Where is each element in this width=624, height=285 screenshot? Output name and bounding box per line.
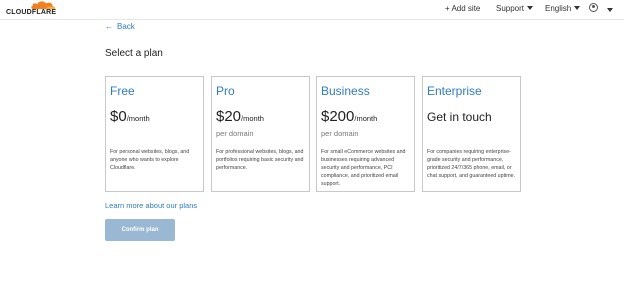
confirm-plan-button[interactable]: Confirm plan xyxy=(105,219,175,241)
chevron-down-icon xyxy=(574,6,581,10)
page-title: Select a plan xyxy=(105,48,163,59)
plan-price: $200/month xyxy=(321,108,377,125)
price-period: /month xyxy=(241,114,264,123)
language-menu[interactable]: English xyxy=(545,4,581,13)
back-link[interactable]: ← Back xyxy=(105,22,135,31)
support-label: Support xyxy=(496,4,525,13)
plan-card-pro[interactable]: Pro $20/month per domain For professiona… xyxy=(211,76,310,192)
plan-name: Free xyxy=(110,84,135,98)
plan-price: Get in touch xyxy=(427,110,492,124)
plan-price-unit: per domain xyxy=(321,129,359,138)
plan-price: $20/month xyxy=(216,108,264,125)
plan-card-business[interactable]: Business $200/month per domain For small… xyxy=(316,76,415,192)
plan-description: For professional websites, blogs, and po… xyxy=(216,149,304,171)
price-period: /month xyxy=(126,114,150,123)
price-period: /month xyxy=(354,114,378,123)
user-account-icon[interactable] xyxy=(589,3,598,12)
price-amount: $200 xyxy=(321,108,355,125)
chevron-down-icon[interactable] xyxy=(607,8,613,12)
price-amount: $20 xyxy=(216,108,242,125)
plan-price-unit: per domain xyxy=(216,129,254,138)
plan-name: Business xyxy=(321,84,370,98)
arrow-left-icon: ← xyxy=(105,22,113,31)
plan-price: $0/month xyxy=(110,108,150,125)
plan-card-free[interactable]: Free $0/month For personal websites, blo… xyxy=(105,76,204,192)
plan-card-enterprise[interactable]: Enterprise Get in touch For companies re… xyxy=(422,76,521,192)
plan-name: Enterprise xyxy=(427,84,482,98)
add-site-link[interactable]: + Add site xyxy=(445,4,480,13)
plan-name: Pro xyxy=(216,84,235,98)
plan-description: For small eCommerce websites and busines… xyxy=(321,149,406,187)
price-amount: $0 xyxy=(110,108,127,125)
chevron-down-icon xyxy=(527,6,534,10)
plan-description: For companies requiring enterprise-grade… xyxy=(427,149,516,179)
plan-description: For personal websites, blogs, and anyone… xyxy=(110,149,190,171)
language-label: English xyxy=(545,4,572,13)
support-menu[interactable]: Support xyxy=(496,4,534,13)
logo-wordmark: CLOUDFLARE xyxy=(6,9,57,16)
cloudflare-logo[interactable]: CLOUDFLARE xyxy=(4,0,60,18)
back-label: Back xyxy=(117,22,135,31)
learn-more-link[interactable]: Learn more about our plans xyxy=(105,201,197,210)
top-navigation-bar: CLOUDFLARE + Add site Support English xyxy=(0,0,624,20)
